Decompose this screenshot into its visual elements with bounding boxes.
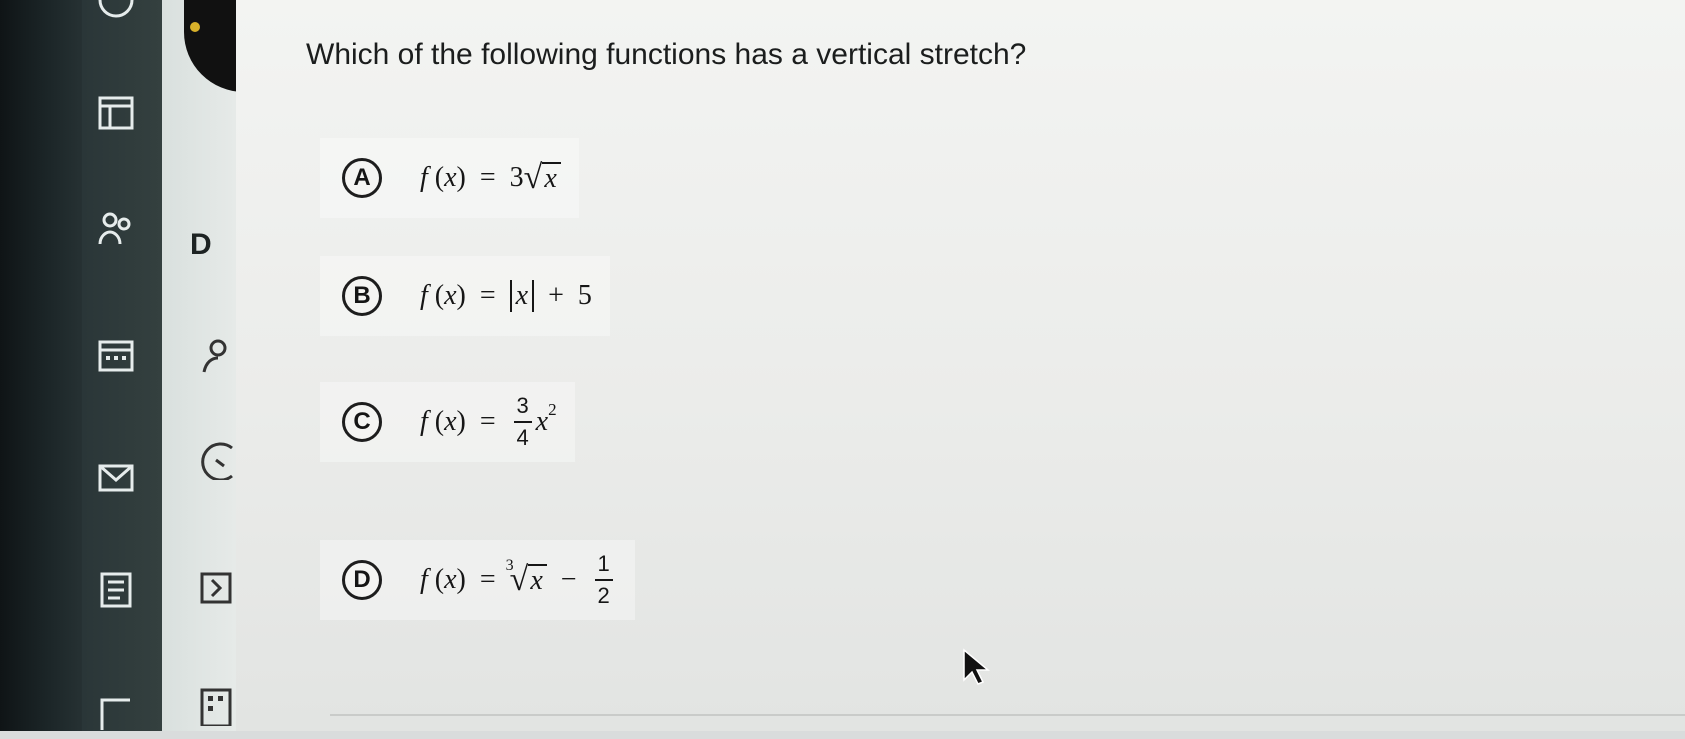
question-text: Which of the following functions has a v… [306, 38, 1027, 71]
choice-d[interactable]: D f (x) = 3 √ x − 12 [320, 540, 635, 620]
choice-d-letter: D [342, 560, 382, 600]
board-icon[interactable] [96, 92, 136, 132]
mouse-pointer-icon [962, 648, 991, 688]
mail-icon[interactable] [96, 458, 136, 498]
choice-a-letter: A [342, 158, 382, 198]
people-icon[interactable] [96, 208, 136, 248]
question-panel [236, 0, 1685, 731]
choice-a[interactable]: A f (x) = 3 √ x [320, 138, 579, 218]
choice-c-formula: f (x) = 34 x2 [420, 392, 557, 450]
calendar-icon[interactable] [96, 334, 136, 374]
choice-c-letter: C [342, 402, 382, 442]
app-sidebar [0, 0, 82, 731]
bottom-divider [330, 714, 1685, 716]
choice-d-formula: f (x) = 3 √ x − 12 [420, 551, 617, 610]
choice-b-letter: B [342, 276, 382, 316]
choice-b-formula: f (x) = x + 5 [420, 280, 592, 312]
choice-c[interactable]: C f (x) = 34 x2 [320, 382, 575, 462]
choice-b[interactable]: B f (x) = x + 5 [320, 256, 610, 336]
keyboard-icon[interactable] [196, 686, 236, 728]
clock-icon[interactable] [196, 440, 236, 482]
corner-icon[interactable] [96, 694, 136, 734]
notification-dot [190, 22, 200, 32]
person-icon[interactable] [196, 336, 236, 376]
chevron-right-icon[interactable] [196, 568, 236, 608]
secondary-nav-letter: D [190, 228, 212, 261]
top-circle-icon[interactable] [96, 0, 136, 20]
document-icon[interactable] [96, 570, 136, 610]
choice-a-formula: f (x) = 3 √ x [420, 161, 561, 195]
